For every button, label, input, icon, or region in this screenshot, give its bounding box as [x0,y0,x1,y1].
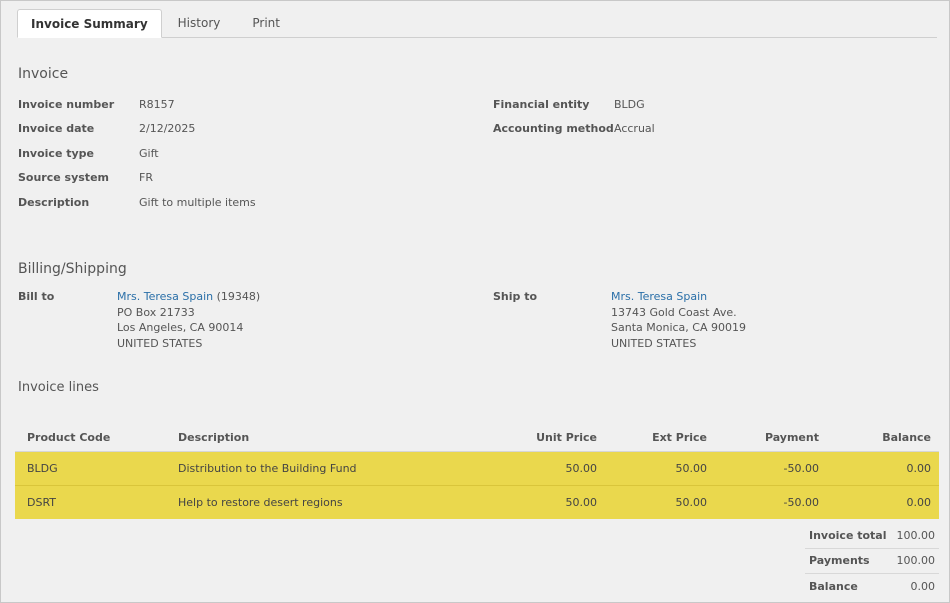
field-value: R8157 [139,98,175,111]
field-label: Description [18,196,90,209]
field-value: Gift to multiple items [139,196,256,209]
field-label: Invoice number [18,98,115,111]
field-value: BLDG [614,98,645,111]
col-description: Description [170,425,475,452]
bill-to-line1: PO Box 21733 [117,305,195,319]
ship-to-line2: Santa Monica, CA 90019 [611,321,746,334]
cell-unit-price: 50.00 [475,451,605,485]
cell-ext-price: 50.00 [605,451,715,485]
bill-to-address: Mrs. Teresa Spain (19348) PO Box 21733 L… [117,289,260,351]
invoice-lines-title: Invoice lines [18,380,99,395]
totals-value: 0.00 [910,580,936,594]
field-label: Invoice type [18,147,94,160]
totals-row-payments: Payments 100.00 [805,549,939,574]
col-ext-price: Ext Price [605,425,715,452]
cell-unit-price: 50.00 [475,484,605,519]
cell-payment: -50.00 [715,451,827,485]
cell-payment: -50.00 [715,484,827,519]
bill-to-label: Bill to [18,290,55,303]
cell-balance: 0.00 [827,451,939,485]
table-row[interactable]: DSRT Help to restore desert regions 50.0… [15,484,939,519]
col-unit-price: Unit Price [475,425,605,452]
field-label: Financial entity [493,98,590,111]
tab-print[interactable]: Print [236,9,296,37]
field-value: Gift [139,147,159,160]
table-header-row: Product Code Description Unit Price Ext … [15,425,939,452]
field-value: 2/12/2025 [139,122,196,135]
tab-history[interactable]: History [162,9,237,37]
col-product-code: Product Code [15,425,170,452]
ship-to-name-link[interactable]: Mrs. Teresa Spain [611,290,707,303]
totals-label: Payments [809,554,870,568]
field-label: Invoice date [18,122,95,135]
tab-invoice-summary[interactable]: Invoice Summary [17,9,162,38]
cell-ext-price: 50.00 [605,484,715,519]
cell-product-code: DSRT [15,484,170,519]
cell-product-code: BLDG [15,451,170,485]
field-label: Source system [18,171,109,184]
ship-to-address: Mrs. Teresa Spain 13743 Gold Coast Ave. … [611,289,746,351]
col-payment: Payment [715,425,827,452]
invoice-summary-page: Invoice Summary History Print Invoice In… [0,0,950,603]
totals-value: 100.00 [896,528,936,542]
invoice-totals: Invoice total 100.00 Payments 100.00 Bal… [805,523,939,600]
billing-section-title: Billing/Shipping [18,261,127,277]
totals-label: Balance [809,580,858,594]
totals-row-balance: Balance 0.00 [805,574,939,600]
field-label: Accounting method [493,122,614,135]
ship-to-line1: 13743 Gold Coast Ave. [611,305,737,319]
bill-to-id: (19348) [216,290,261,303]
field-value: Accrual [614,122,655,135]
totals-value: 100.00 [896,554,936,568]
ship-to-label: Ship to [493,290,538,303]
totals-label: Invoice total [809,528,887,542]
ship-to-line3: UNITED STATES [611,336,697,350]
invoice-lines-table: Product Code Description Unit Price Ext … [15,425,939,519]
bill-to-line3: UNITED STATES [117,336,203,350]
cell-description: Help to restore desert regions [170,484,475,519]
invoice-section-title: Invoice [18,66,69,82]
bill-to-line2: Los Angeles, CA 90014 [117,321,244,334]
tab-bar: Invoice Summary History Print [17,9,937,38]
table-row[interactable]: BLDG Distribution to the Building Fund 5… [15,451,939,485]
cell-balance: 0.00 [827,484,939,519]
field-value: FR [139,171,153,184]
totals-row-invoice-total: Invoice total 100.00 [805,523,939,549]
col-balance: Balance [827,425,939,452]
cell-description: Distribution to the Building Fund [170,451,475,485]
bill-to-name-link[interactable]: Mrs. Teresa Spain [117,290,213,303]
